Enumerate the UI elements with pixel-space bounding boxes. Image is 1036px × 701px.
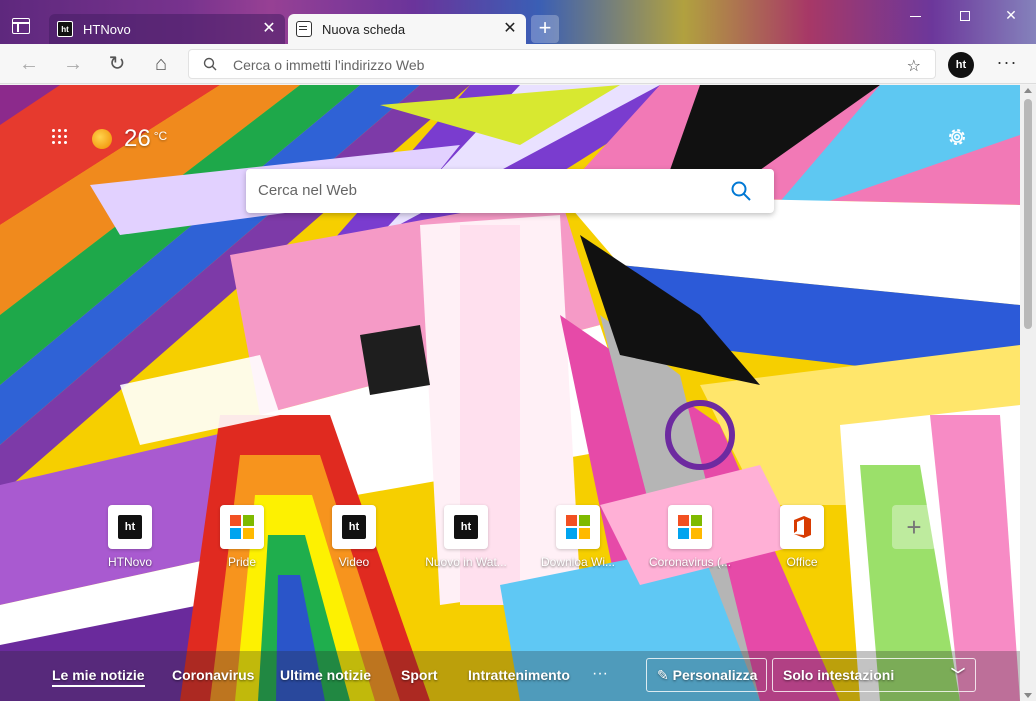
news-tab-my-news[interactable]: Le mie notizie [52,667,145,687]
search-icon [203,57,217,71]
news-tab-latest[interactable]: Ultime notizie [280,667,371,683]
quick-link-tile[interactable]: ht Nuovo in Wat... [424,503,508,573]
ht-logo-icon: ht [332,505,376,549]
quick-link-tile[interactable]: Downloa Wi... [536,503,620,573]
new-tab-page: 26 °C Cerca nel Web ht HTNovo Pride ht V… [0,85,1020,701]
tab-title: Nuova scheda [322,21,406,37]
add-quick-link-tile[interactable]: + [872,503,956,573]
gear-icon[interactable] [946,126,968,148]
add-favorite-icon[interactable]: ☆ [907,56,921,76]
quick-link-label: Video [338,555,370,569]
microsoft-logo-icon [220,505,264,549]
web-search-box[interactable]: Cerca nel Web [246,169,774,213]
scroll-down-icon[interactable] [1024,693,1032,698]
new-tab-icon [296,21,312,37]
scroll-up-icon[interactable] [1024,88,1032,93]
microsoft-logo-icon [556,505,600,549]
chevron-down-icon: ﹀ [951,667,965,683]
refresh-button[interactable]: ↻ [102,50,132,78]
close-window-button[interactable]: ✕ [986,0,1036,30]
weather-unit: °C [153,129,168,143]
new-tab-button[interactable]: + [531,15,559,43]
quick-link-tile[interactable]: ht HTNovo [88,503,172,573]
quick-link-tile[interactable]: Pride [200,503,284,573]
quick-link-tile[interactable]: Office [760,503,844,573]
office-logo-icon [780,505,824,549]
quick-link-label: Pride [227,555,256,569]
minimize-icon [909,15,921,17]
ht-logo-icon: ht [444,505,488,549]
quick-link-label: Downloa Wi... [540,555,616,569]
ht-logo-icon: ht [57,21,73,37]
quick-link-label: HTNovo [107,555,152,569]
vertical-scrollbar[interactable] [1020,85,1036,701]
maximize-icon [960,11,970,22]
tab-new-tab[interactable]: Nuova scheda ✕ [288,14,526,44]
quick-link-tile[interactable]: ht Video [312,503,396,573]
quick-link-label: Nuovo in Wat... [425,555,507,569]
maximize-button[interactable] [940,0,990,30]
settings-more-button[interactable]: ··· [994,50,1020,78]
weather-temperature: 26 [124,125,151,152]
tab-title: HTNovo [83,21,131,37]
quick-link-label: Coronavirus (... [648,555,732,569]
layout-label: Solo intestazioni [783,667,895,683]
plus-icon: + [892,505,936,549]
ht-logo-icon: ht [108,505,152,549]
quick-link-label: Office [786,555,818,569]
news-tab-sport[interactable]: Sport [401,667,438,683]
forward-button[interactable]: → [58,50,88,78]
news-tab-entertainment[interactable]: Intrattenimento [468,667,570,683]
pencil-icon: ✎ [657,667,669,683]
personalize-label: Personalizza [672,667,758,683]
navigation-toolbar: ← → ↻ ⌂ Cerca o immetti l'indirizzo Web … [0,44,1036,84]
tab-actions-icon[interactable] [12,18,30,34]
microsoft-logo-icon [668,505,712,549]
weather-widget[interactable]: 26 °C [92,125,167,153]
minimize-button[interactable] [890,0,940,30]
news-more-button[interactable]: ··· [592,665,608,683]
quick-links: ht HTNovo Pride ht Video ht Nuovo in Wat… [88,503,948,573]
profile-avatar[interactable]: ht [948,52,974,78]
search-icon[interactable] [730,180,752,202]
personalize-button[interactable]: ✎ Personalizza [646,658,767,692]
tab-close-icon[interactable]: ✕ [261,21,277,37]
quick-link-tile[interactable]: Coronavirus (... [648,503,732,573]
address-bar[interactable]: Cerca o immetti l'indirizzo Web ☆ [188,49,936,79]
apps-launcher-icon[interactable] [52,129,70,147]
sunny-icon [92,129,112,149]
address-placeholder: Cerca o immetti l'indirizzo Web [233,57,425,73]
tab-close-icon[interactable]: ✕ [502,21,518,37]
tab-htnovo[interactable]: ht HTNovo ✕ [49,14,285,44]
news-tab-coronavirus[interactable]: Coronavirus [172,667,254,683]
back-button[interactable]: ← [14,50,44,78]
scrollbar-thumb[interactable] [1024,99,1032,329]
home-button[interactable]: ⌂ [146,50,176,78]
search-placeholder: Cerca nel Web [258,182,357,199]
news-feed-bar: Le mie notizie Coronavirus Ultime notizi… [0,651,1020,701]
layout-dropdown[interactable]: Solo intestazioni ﹀ [772,658,976,692]
